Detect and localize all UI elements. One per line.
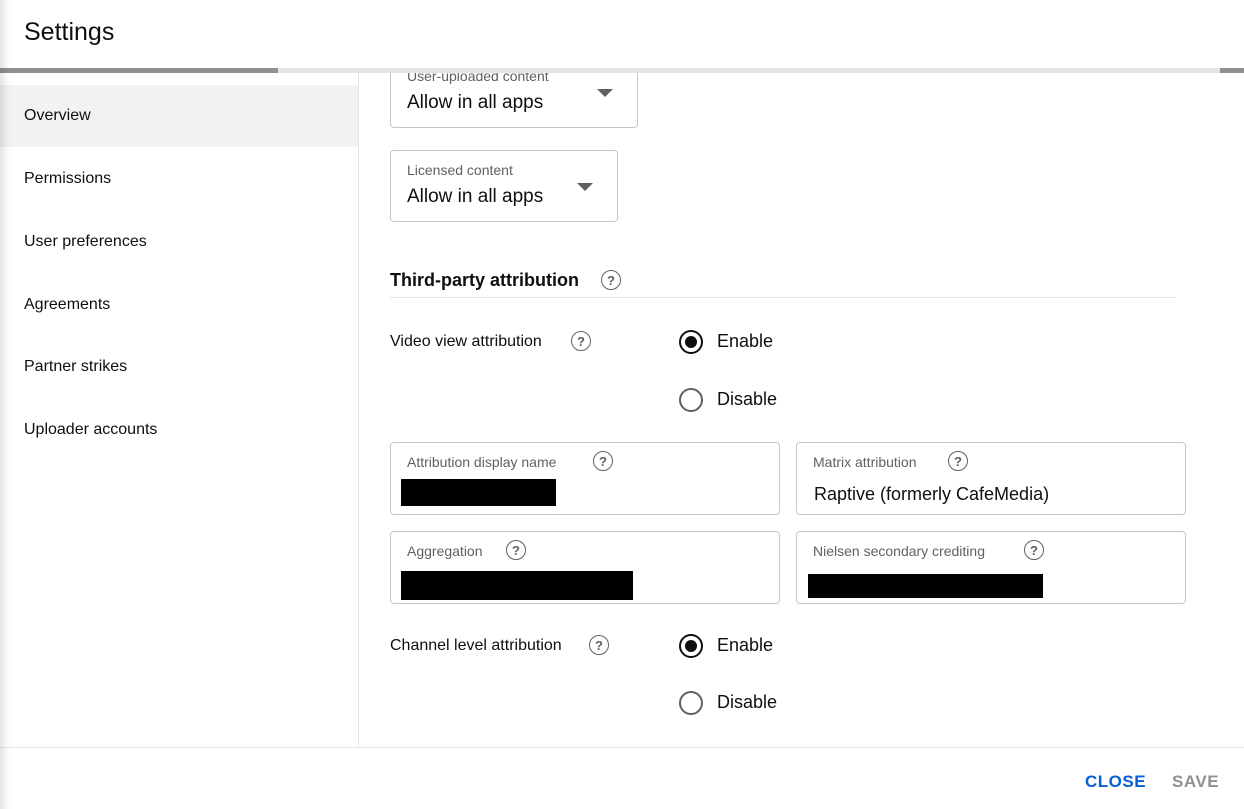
help-icon[interactable]: ? <box>601 270 621 290</box>
sidebar-item-uploader-accounts[interactable]: Uploader accounts <box>0 399 358 461</box>
channel-level-disable-radio[interactable] <box>679 691 703 715</box>
sidebar-item-permissions[interactable]: Permissions <box>0 148 358 210</box>
third-party-attribution-heading: Third-party attribution <box>390 270 579 290</box>
video-view-enable-label[interactable]: Enable <box>717 331 773 352</box>
help-icon[interactable]: ? <box>593 451 613 471</box>
help-icon[interactable]: ? <box>571 331 591 351</box>
chevron-down-icon <box>577 183 593 191</box>
matrix-attribution-value: Raptive (formerly CafeMedia) <box>814 484 1050 504</box>
sidebar-item-agreements[interactable]: Agreements <box>0 274 358 336</box>
sidebar-item-user-preferences[interactable]: User preferences <box>0 211 358 273</box>
redacted-value <box>401 571 633 600</box>
nielsen-secondary-crediting-label: Nielsen secondary crediting <box>813 543 985 559</box>
aggregation-field[interactable]: Aggregation ? <box>390 531 780 604</box>
channel-level-disable-label[interactable]: Disable <box>717 692 777 713</box>
sidebar-item-overview[interactable]: Overview <box>0 85 358 147</box>
help-icon[interactable]: ? <box>589 635 609 655</box>
video-view-attribution-label: Video view attribution <box>390 333 542 350</box>
channel-level-enable-radio[interactable] <box>679 634 703 658</box>
page-title: Settings <box>24 18 115 46</box>
matrix-attribution-label: Matrix attribution <box>813 454 917 470</box>
user-uploaded-content-select[interactable]: User-uploaded content Allow in all apps <box>390 73 638 128</box>
attribution-display-name-field[interactable]: Attribution display name ? <box>390 442 780 515</box>
matrix-attribution-field[interactable]: Matrix attribution ? Raptive (formerly C… <box>796 442 1186 515</box>
help-icon[interactable]: ? <box>506 540 526 560</box>
attribution-display-name-label: Attribution display name <box>407 454 557 470</box>
sidebar: Overview Permissions User preferences Ag… <box>0 73 359 747</box>
redacted-value <box>808 574 1043 598</box>
licensed-content-value: Allow in all apps <box>407 186 544 207</box>
video-view-disable-radio[interactable] <box>679 388 703 412</box>
nielsen-secondary-crediting-field[interactable]: Nielsen secondary crediting ? <box>796 531 1186 604</box>
user-uploaded-content-value: Allow in all apps <box>407 92 544 113</box>
save-button[interactable]: SAVE <box>1172 772 1219 792</box>
dialog-footer: CLOSE SAVE <box>0 747 1244 809</box>
help-icon[interactable]: ? <box>1024 540 1044 560</box>
help-icon[interactable]: ? <box>948 451 968 471</box>
licensed-content-select[interactable]: Licensed content Allow in all apps <box>390 150 618 222</box>
aggregation-label: Aggregation <box>407 543 483 559</box>
channel-level-attribution-label: Channel level attribution <box>390 637 562 654</box>
settings-content: User-uploaded content Allow in all apps … <box>359 73 1244 747</box>
chevron-down-icon <box>597 89 613 97</box>
redacted-value <box>401 479 556 506</box>
video-view-disable-label[interactable]: Disable <box>717 389 777 410</box>
channel-level-enable-label[interactable]: Enable <box>717 635 773 656</box>
video-view-enable-radio[interactable] <box>679 330 703 354</box>
user-uploaded-content-label: User-uploaded content <box>407 73 549 84</box>
section-divider <box>390 297 1176 298</box>
licensed-content-label: Licensed content <box>407 162 513 178</box>
close-button[interactable]: CLOSE <box>1085 772 1146 792</box>
sidebar-item-partner-strikes[interactable]: Partner strikes <box>0 336 358 398</box>
